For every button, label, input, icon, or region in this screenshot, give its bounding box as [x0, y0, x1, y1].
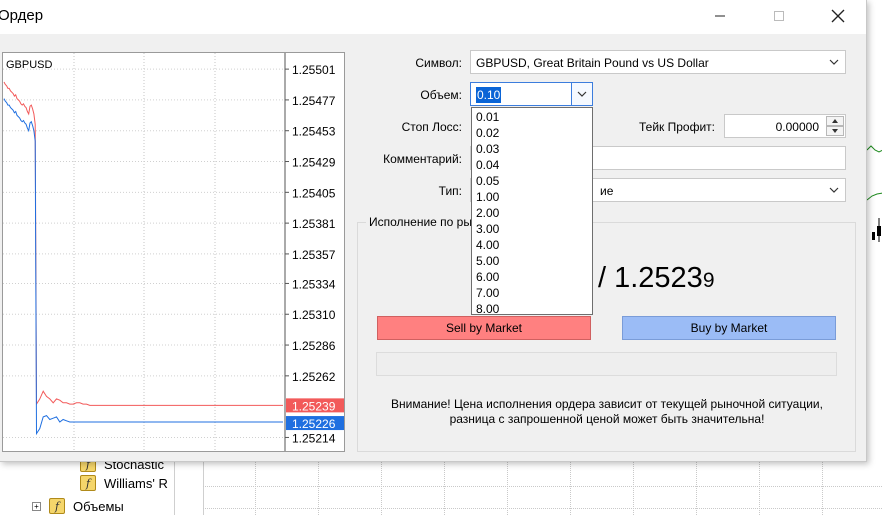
- volume-option[interactable]: 2.00: [476, 205, 499, 221]
- warning-text-line2: разница с запрошенной ценой может быть з…: [449, 412, 765, 426]
- y-tick-label: 1.25453: [292, 125, 336, 139]
- takeprofit-spinbox[interactable]: 0.00000: [724, 114, 846, 138]
- volume-option[interactable]: 4.00: [476, 237, 499, 253]
- volume-option[interactable]: 0.04: [476, 157, 499, 173]
- y-tick-label: 1.25477: [292, 94, 336, 108]
- order-type-value: ие: [600, 184, 614, 198]
- nav-item-volumes[interactable]: + f Объемы: [32, 498, 124, 514]
- spin-down-button[interactable]: [826, 126, 844, 136]
- expand-icon[interactable]: +: [32, 501, 41, 511]
- volume-option[interactable]: 8.00: [476, 301, 499, 317]
- volume-option[interactable]: 0.01: [476, 109, 499, 125]
- ask-price-label: 1.25239: [292, 399, 336, 413]
- bid-price-label: 1.25226: [292, 417, 336, 431]
- volume-dropdown-list[interactable]: 0.01 0.02 0.03 0.04 0.05 1.00 2.00 3.00 4.00 5.00…: [471, 107, 593, 317]
- tick-chart-svg: 1.25501 1.25477 1.25453 1.25429 1.25405 1.253…: [3, 53, 344, 451]
- volume-option[interactable]: 0.03: [476, 141, 499, 157]
- price-display: / 1.25239: [598, 262, 715, 295]
- close-button[interactable]: [815, 0, 861, 32]
- volume-option[interactable]: 1.00: [476, 189, 499, 205]
- close-icon: [831, 9, 845, 23]
- y-tick-label: 1.25334: [292, 277, 336, 291]
- y-tick-label: 1.25286: [292, 339, 336, 353]
- volume-option[interactable]: 0.02: [476, 125, 499, 141]
- spin-up-button[interactable]: [826, 116, 844, 126]
- sell-by-market-button[interactable]: Sell by Market: [377, 316, 591, 340]
- y-tick-label: 1.25405: [292, 186, 336, 200]
- volume-option[interactable]: 6.00: [476, 269, 499, 285]
- nav-item-label: Объемы: [73, 498, 124, 514]
- takeprofit-value[interactable]: 0.00000: [776, 120, 819, 134]
- navigator-panel: f Stochastic f Williams' R + f Объемы: [0, 456, 203, 515]
- y-tick-label: 1.25357: [292, 248, 336, 262]
- y-tick-label: 1.25310: [292, 308, 336, 322]
- indicator-icon: f: [80, 475, 96, 491]
- execution-group-title: Исполнение по ры: [366, 215, 475, 229]
- chart-symbol-label: GBPUSD: [6, 59, 53, 71]
- symbol-label: Символ:: [415, 56, 462, 70]
- chevron-down-icon: [829, 59, 839, 65]
- execution-progress-bar: [376, 352, 837, 376]
- y-tick-label: 1.25429: [292, 156, 336, 170]
- price-main: / 1.2523: [598, 262, 703, 294]
- y-tick-label: 1.25381: [292, 217, 336, 231]
- maximize-icon: [774, 11, 784, 21]
- buy-by-market-button[interactable]: Buy by Market: [622, 316, 836, 340]
- y-tick-label: 1.25501: [292, 63, 336, 77]
- stoploss-label: Стоп Лосс:: [401, 120, 462, 134]
- tick-chart: 1.25501 1.25477 1.25453 1.25429 1.25405 1.253…: [2, 52, 345, 452]
- minimize-icon: [715, 15, 725, 17]
- triangle-down-icon: [832, 129, 838, 133]
- nav-item-williams[interactable]: f Williams' R: [80, 475, 168, 491]
- y-tick-label: 1.25262: [292, 370, 336, 384]
- comment-label: Комментарий:: [383, 152, 462, 166]
- triangle-up-icon: [832, 119, 838, 123]
- chevron-down-icon: [577, 91, 587, 97]
- volume-combobox[interactable]: 0.10: [470, 82, 593, 106]
- volume-option[interactable]: 7.00: [476, 285, 499, 301]
- order-dialog: Ордер 1.25501 1.25477 1.25453 1.25429 1.2540…: [0, 0, 867, 462]
- takeprofit-label: Тейк Профит:: [639, 120, 715, 134]
- nav-item-label: Williams' R: [104, 475, 168, 491]
- volume-label: Объем:: [420, 88, 462, 102]
- volume-input[interactable]: 0.10: [476, 87, 502, 103]
- price-pip: 9: [702, 269, 715, 292]
- background-chart-right: [866, 0, 882, 515]
- title-bar[interactable]: Ордер: [0, 0, 866, 34]
- maximize-button: [756, 0, 802, 32]
- symbol-select[interactable]: GBPUSD, Great Britain Pound vs US Dollar: [470, 50, 846, 74]
- y-tick-label: 1.25214: [292, 431, 336, 445]
- indicator-icon: f: [49, 498, 65, 514]
- symbol-value: GBPUSD, Great Britain Pound vs US Dollar: [476, 56, 709, 70]
- type-label: Тип:: [438, 184, 462, 198]
- volume-option[interactable]: 5.00: [476, 253, 499, 269]
- warning-text-line1: Внимание! Цена исполнения ордера зависит…: [391, 397, 823, 411]
- minimize-button[interactable]: [697, 0, 743, 32]
- volume-option[interactable]: 3.00: [476, 221, 499, 237]
- chevron-down-icon: [829, 187, 839, 193]
- volume-dropdown-button[interactable]: [571, 83, 592, 105]
- window-title: Ордер: [0, 7, 44, 24]
- volume-option[interactable]: 0.05: [476, 173, 499, 189]
